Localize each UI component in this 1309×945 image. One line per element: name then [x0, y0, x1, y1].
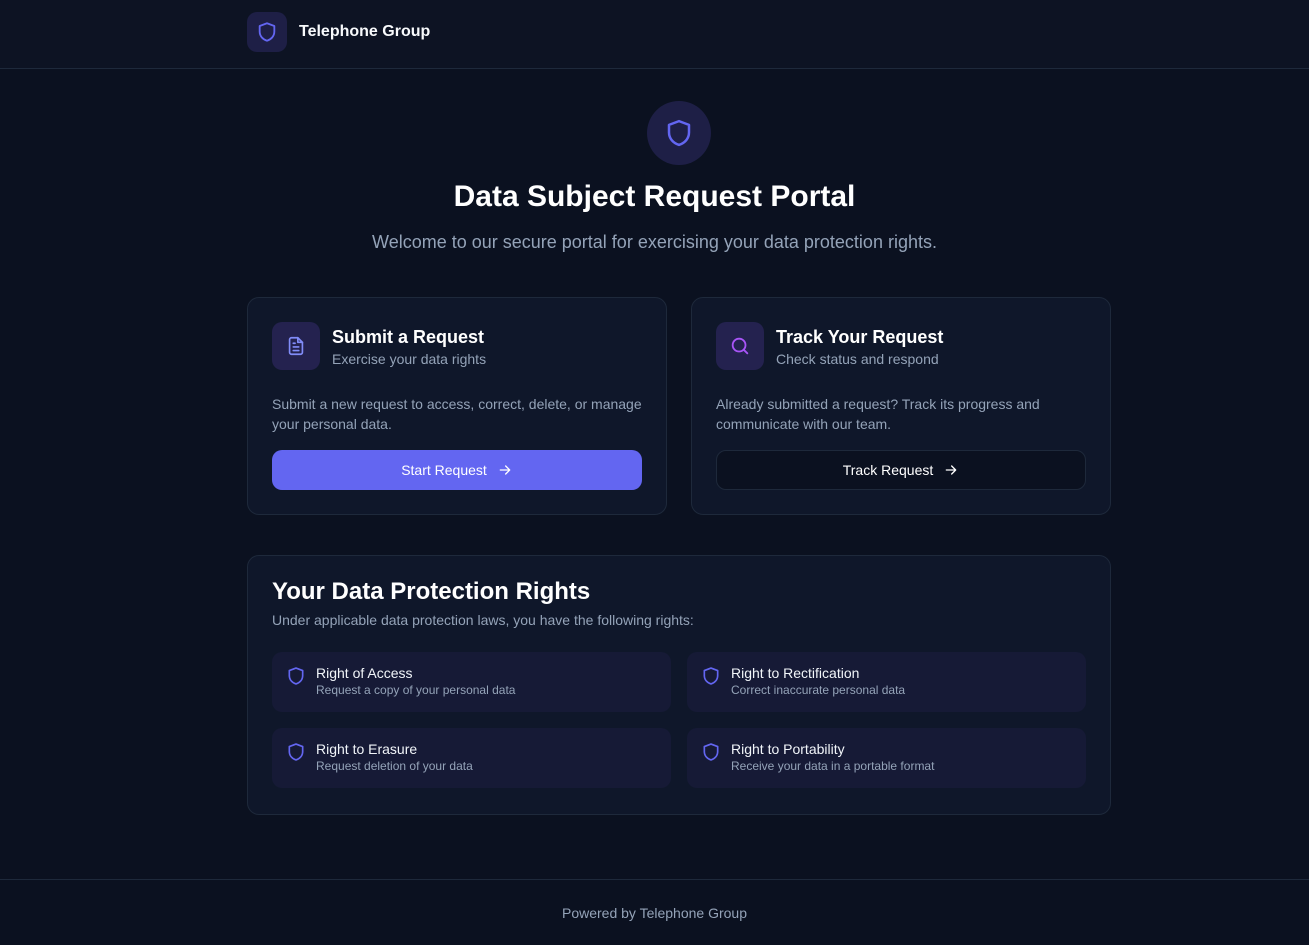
right-item-erasure: Right to Erasure Request deletion of you…: [272, 728, 671, 788]
right-description: Request a copy of your personal data: [316, 683, 516, 697]
submit-request-card: Submit a Request Exercise your data righ…: [247, 297, 667, 515]
shield-icon: [286, 666, 306, 691]
footer: Powered by Telephone Group: [0, 879, 1309, 945]
right-description: Correct inaccurate personal data: [731, 683, 906, 697]
brand-name: Telephone Group: [299, 23, 431, 40]
top-bar: Telephone Group: [0, 0, 1309, 69]
footer-text: Powered by Telephone Group: [562, 904, 747, 921]
shield-icon: [647, 101, 711, 165]
arrow-right-icon: [497, 462, 513, 478]
page-title: Data Subject Request Portal: [453, 180, 856, 213]
rights-panel: Your Data Protection Rights Under applic…: [247, 555, 1111, 815]
right-description: Receive your data in a portable format: [731, 759, 935, 773]
card-subtitle: Check status and respond: [776, 351, 939, 367]
right-title: Right of Access: [316, 665, 413, 681]
brand[interactable]: Telephone Group: [247, 12, 430, 52]
right-title: Right to Erasure: [316, 741, 418, 757]
card-title: Submit a Request: [332, 327, 485, 347]
right-item-rectification: Right to Rectification Correct inaccurat…: [687, 652, 1086, 712]
right-item-access: Right of Access Request a copy of your p…: [272, 652, 671, 712]
shield-icon: [701, 742, 721, 767]
button-label: Track Request: [842, 462, 934, 478]
shield-icon: [701, 666, 721, 691]
right-title: Right to Portability: [731, 741, 845, 757]
right-description: Request deletion of your data: [316, 759, 473, 773]
card-subtitle: Exercise your data rights: [332, 351, 487, 367]
arrow-right-icon: [943, 462, 959, 478]
shield-icon: [247, 12, 287, 52]
card-description: Already submitted a request? Track its p…: [716, 396, 1040, 432]
shield-icon: [286, 742, 306, 767]
track-request-card: Track Your Request Check status and resp…: [691, 297, 1111, 515]
rights-subtitle: Under applicable data protection laws, y…: [272, 612, 694, 628]
right-item-portability: Right to Portability Receive your data i…: [687, 728, 1086, 788]
page-subtitle: Welcome to our secure portal for exercis…: [372, 232, 937, 252]
right-title: Right to Rectification: [731, 665, 860, 681]
rights-grid: Right of Access Request a copy of your p…: [272, 652, 1086, 788]
track-request-button[interactable]: Track Request: [716, 450, 1086, 490]
document-icon: [272, 322, 320, 370]
card-description: Submit a new request to access, correct,…: [272, 396, 642, 432]
rights-title: Your Data Protection Rights: [272, 578, 591, 605]
card-title: Track Your Request: [776, 327, 944, 347]
start-request-button[interactable]: Start Request: [272, 450, 642, 490]
button-label: Start Request: [401, 462, 487, 478]
search-icon: [716, 322, 764, 370]
